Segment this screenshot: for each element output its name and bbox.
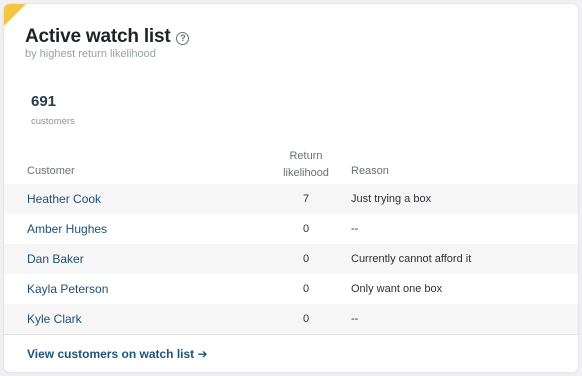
- table-row: Dan Baker 0 Currently cannot afford it: [4, 244, 578, 274]
- customer-name-link[interactable]: Kayla Peterson: [27, 274, 108, 304]
- reason-text: Currently cannot afford it: [351, 253, 472, 265]
- table-header: Customer Return likelihood Reason: [4, 144, 578, 184]
- table-row: Kyle Clark 0 --: [4, 304, 578, 334]
- reason-text: --: [351, 223, 359, 235]
- card-title: Active watch list: [25, 26, 171, 47]
- return-likelihood-value: 0: [302, 313, 310, 325]
- customer-name-link[interactable]: Heather Cook: [27, 184, 101, 214]
- reason-text: Just trying a box: [351, 193, 432, 205]
- title-row: Active watch list ?: [25, 26, 190, 48]
- header-return-likelihood: Return likelihood: [283, 150, 329, 179]
- card-footer: View customers on watch list ➔: [4, 334, 578, 372]
- reason-text: Only want one box: [351, 283, 443, 295]
- table-row: Amber Hughes 0 --: [4, 214, 578, 244]
- header-reason: Reason: [351, 165, 389, 177]
- customer-count-label: customers: [31, 116, 75, 127]
- customer-name-link[interactable]: Amber Hughes: [27, 214, 107, 244]
- customer-name-link[interactable]: Kyle Clark: [27, 304, 82, 334]
- return-likelihood-value: 0: [302, 253, 310, 265]
- table-row: Kayla Peterson 0 Only want one box: [4, 274, 578, 304]
- reason-text: --: [351, 313, 359, 325]
- header-customer: Customer: [27, 165, 75, 177]
- customer-name-link[interactable]: Dan Baker: [27, 244, 84, 274]
- table-row: Heather Cook 7 Just trying a box: [4, 184, 578, 214]
- card-subtitle: by highest return likelihood: [25, 48, 156, 60]
- return-likelihood-value: 0: [302, 223, 310, 235]
- corner-flag: [4, 4, 26, 26]
- return-likelihood-value: 7: [302, 193, 310, 205]
- question-circle-icon[interactable]: ?: [176, 31, 190, 45]
- customer-count: 691: [31, 93, 57, 110]
- watch-list-card: Active watch list ? by highest return li…: [4, 4, 578, 372]
- watch-list-table: Customer Return likelihood Reason Heathe…: [4, 144, 578, 334]
- view-watch-list-link[interactable]: View customers on watch list ➔: [27, 347, 208, 361]
- return-likelihood-value: 0: [302, 283, 310, 295]
